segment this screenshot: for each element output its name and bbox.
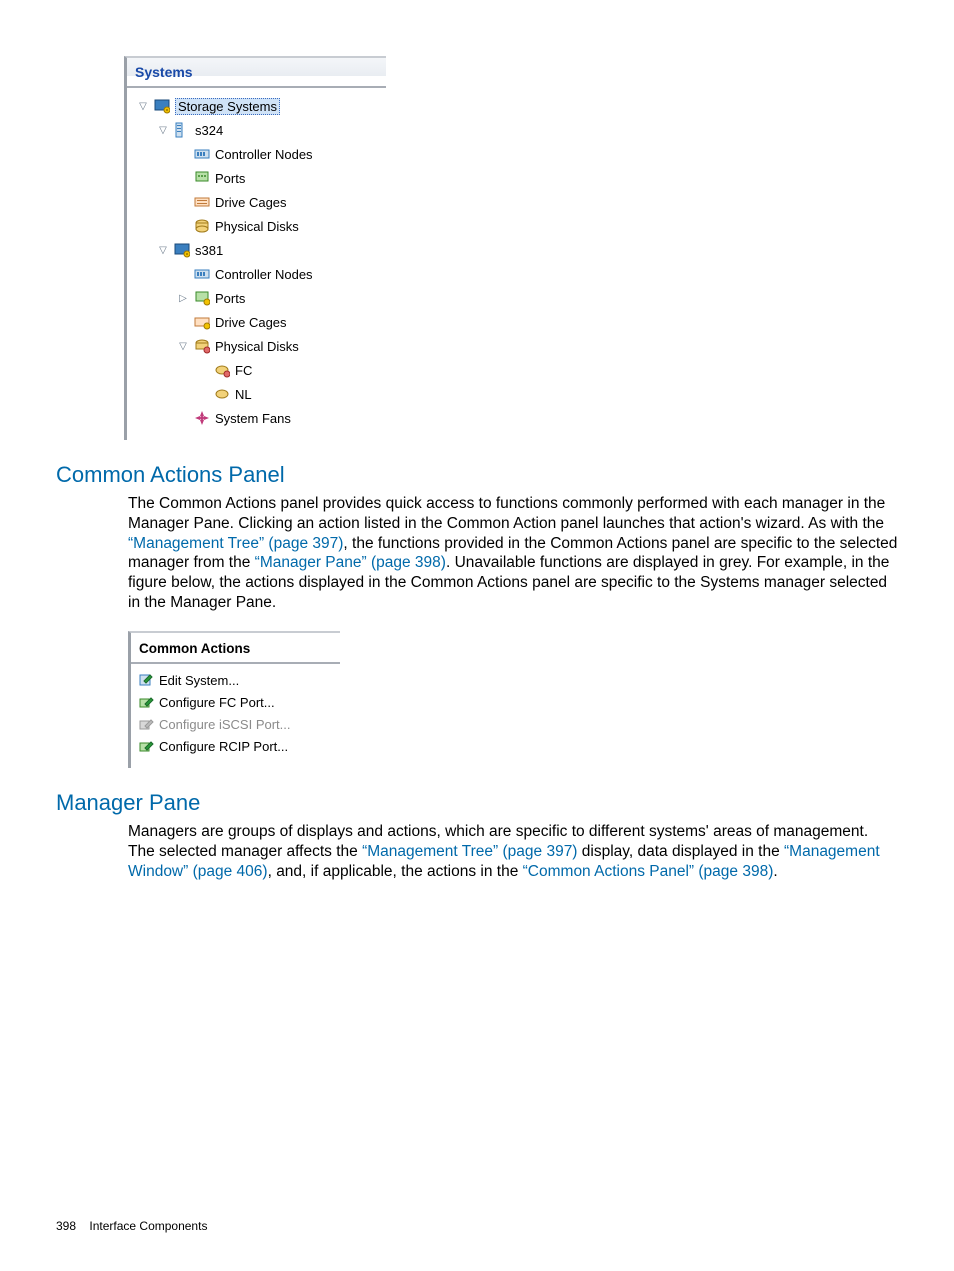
tree-item-controller-nodes[interactable]: Controller Nodes (133, 262, 380, 286)
tree-item-drive-cages[interactable]: Drive Cages (133, 190, 380, 214)
page-footer: 398 Interface Components (56, 1219, 207, 1233)
tree-item-system-fans[interactable]: System Fans (133, 406, 380, 430)
tree-node-s381[interactable]: ▽ s381 (133, 238, 380, 262)
storage-systems-icon (153, 97, 171, 115)
tree-item-fc[interactable]: FC (133, 358, 380, 382)
action-configure-rcip-port[interactable]: Configure RCIP Port... (137, 736, 334, 758)
footer-section-label: Interface Components (89, 1219, 207, 1233)
heading-common-actions-panel: Common Actions Panel (56, 462, 898, 488)
systems-tree-panel: Systems ▽ Storage Systems ▽ s324 (124, 56, 386, 440)
tree-item-label: Drive Cages (215, 315, 287, 330)
chevron-down-icon[interactable]: ▽ (137, 100, 149, 112)
action-edit-system[interactable]: Edit System... (137, 670, 334, 692)
common-actions-title: Common Actions (131, 633, 340, 664)
tree-root-label: Storage Systems (175, 98, 280, 115)
paragraph-manager-pane: Managers are groups of displays and acti… (128, 822, 898, 881)
tree-item-label: Ports (215, 291, 245, 306)
tree-item-label: Physical Disks (215, 219, 299, 234)
system-warn-icon (173, 241, 191, 259)
tree-item-label: Physical Disks (215, 339, 299, 354)
page-number: 398 (56, 1219, 76, 1233)
tree-item-physical-disks[interactable]: Physical Disks (133, 214, 380, 238)
chevron-down-icon[interactable]: ▽ (157, 124, 169, 136)
tree-node-label: s324 (195, 123, 223, 138)
drive-cages-icon (193, 193, 211, 211)
port-edit-icon (137, 694, 155, 712)
link-management-tree-2[interactable]: “Management Tree” (page 397) (362, 843, 577, 860)
link-manager-pane[interactable]: “Manager Pane” (page 398) (255, 554, 446, 571)
tree-item-nl[interactable]: NL (133, 382, 380, 406)
tree-item-controller-nodes[interactable]: Controller Nodes (133, 142, 380, 166)
controller-nodes-icon (193, 145, 211, 163)
ports-warn-icon (193, 289, 211, 307)
common-actions-panel: Common Actions Edit System... Configure … (128, 631, 340, 768)
tree-item-label: Drive Cages (215, 195, 287, 210)
action-label: Configure FC Port... (159, 695, 275, 710)
port-edit-icon (137, 738, 155, 756)
tree-item-physical-disks-parent[interactable]: ▽ Physical Disks (133, 334, 380, 358)
heading-manager-pane: Manager Pane (56, 790, 898, 816)
ports-icon (193, 169, 211, 187)
link-common-actions-panel[interactable]: “Common Actions Panel” (page 398) (523, 863, 774, 880)
tree-item-drive-cages-warn[interactable]: Drive Cages (133, 310, 380, 334)
tree-node-s324[interactable]: ▽ s324 (133, 118, 380, 142)
tree-item-label: Controller Nodes (215, 147, 313, 162)
tree-node-label: s381 (195, 243, 223, 258)
action-label: Configure iSCSI Port... (159, 717, 291, 732)
tree-item-label: Ports (215, 171, 245, 186)
edit-icon (137, 672, 155, 690)
disk-fc-error-icon (213, 361, 231, 379)
paragraph-common-actions: The Common Actions panel provides quick … (128, 494, 898, 613)
physical-disks-icon (193, 217, 211, 235)
chevron-right-icon[interactable]: ▷ (177, 292, 189, 304)
action-configure-iscsi-port: Configure iSCSI Port... (137, 714, 334, 736)
system-icon (173, 121, 191, 139)
tree-root-row[interactable]: ▽ Storage Systems (133, 94, 380, 118)
tree-item-label: NL (235, 387, 252, 402)
systems-panel-title: Systems (127, 58, 386, 88)
drive-cages-warn-icon (193, 313, 211, 331)
physical-disks-error-icon (193, 337, 211, 355)
disk-nl-icon (213, 385, 231, 403)
action-configure-fc-port[interactable]: Configure FC Port... (137, 692, 334, 714)
chevron-down-icon[interactable]: ▽ (157, 244, 169, 256)
port-edit-disabled-icon (137, 716, 155, 734)
action-label: Edit System... (159, 673, 239, 688)
fan-icon (193, 409, 211, 427)
tree-item-label: System Fans (215, 411, 291, 426)
tree-item-ports-parent[interactable]: ▷ Ports (133, 286, 380, 310)
action-label: Configure RCIP Port... (159, 739, 288, 754)
tree-item-label: FC (235, 363, 252, 378)
chevron-down-icon[interactable]: ▽ (177, 340, 189, 352)
link-management-tree[interactable]: “Management Tree” (page 397) (128, 535, 343, 552)
tree-item-ports[interactable]: Ports (133, 166, 380, 190)
controller-nodes-icon (193, 265, 211, 283)
tree-item-label: Controller Nodes (215, 267, 313, 282)
